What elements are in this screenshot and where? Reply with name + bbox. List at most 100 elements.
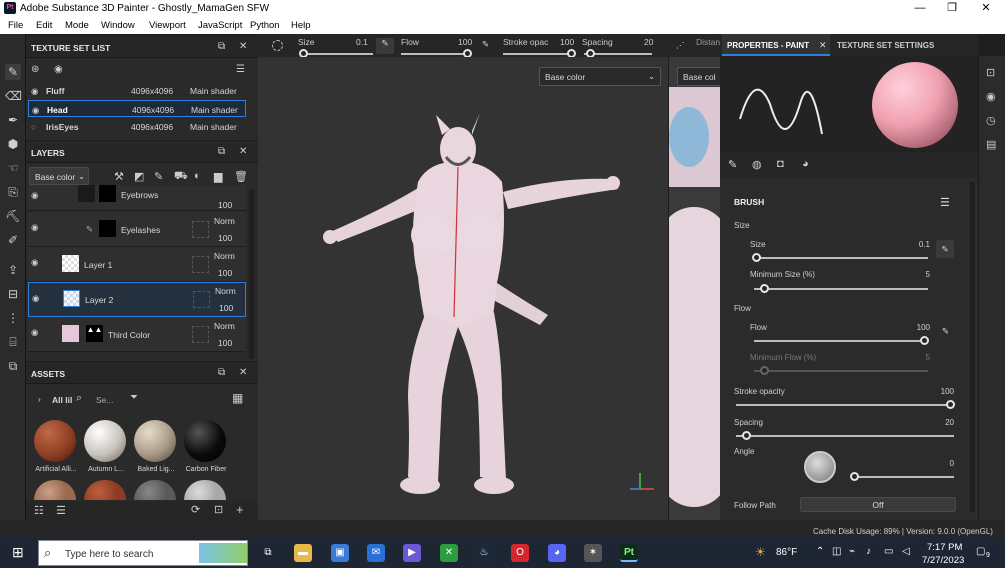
spacing-value[interactable]: 20 <box>914 418 954 427</box>
eye-icon[interactable]: ◉ <box>32 105 39 116</box>
opera-icon[interactable]: O <box>511 544 529 562</box>
layers-scrollbar[interactable] <box>249 189 254 359</box>
menu-python[interactable]: Python <box>250 20 280 31</box>
selection-icon[interactable]: ⛏ <box>5 208 21 224</box>
asset-thumbnail[interactable] <box>84 480 126 500</box>
layer-mask-slot[interactable] <box>193 291 210 308</box>
clone-icon[interactable]: ⎘ <box>5 184 21 200</box>
angle-value[interactable]: 0 <box>914 459 954 468</box>
search-icon[interactable]: ⌕ <box>76 392 82 405</box>
layer-opacity[interactable]: 100 <box>218 268 232 278</box>
asset-thumbnail[interactable] <box>84 420 126 462</box>
flow-pressure-icon[interactable]: ✎ <box>482 39 489 50</box>
eye-icon[interactable]: ◉ <box>31 327 38 338</box>
eraser-icon[interactable]: ⌫ <box>5 88 22 104</box>
display-settings-icon[interactable]: ◉ <box>986 90 996 103</box>
texture-set-row[interactable]: ◉ Fluff 4096x4096 Main shader <box>28 82 246 99</box>
delete-layer-icon[interactable]: 🗑 <box>234 170 248 183</box>
brush-shape-icon[interactable] <box>272 40 283 51</box>
add-smart-material-icon[interactable]: ◐ <box>194 170 201 182</box>
store-icon[interactable]: ▣ <box>331 544 349 562</box>
menu-edit[interactable]: Edit <box>36 20 52 31</box>
undock-icon[interactable]: ⧉ <box>218 146 225 157</box>
layer-mask-slot[interactable] <box>192 326 209 343</box>
close-panel-icon[interactable]: ✕ <box>239 367 247 378</box>
layer-opacity[interactable]: 100 <box>218 233 232 243</box>
layers-channel-dropdown[interactable]: Base color ⌄ <box>29 167 89 185</box>
windows-start-icon[interactable]: ⊞ <box>12 544 24 561</box>
import-icon[interactable]: ⊡ <box>214 503 223 516</box>
menu-viewport[interactable]: Viewport <box>149 20 186 31</box>
layer-row[interactable]: ◉ Eyebrows 100 <box>28 185 246 211</box>
clock-time[interactable]: 7:17 PM <box>927 542 962 553</box>
close-tab-icon[interactable]: ✕ <box>819 40 827 51</box>
projection-icon[interactable]: ✒ <box>5 112 21 128</box>
layer-blend-mode[interactable]: Norm <box>215 286 236 296</box>
eye-icon[interactable]: ◉ <box>31 257 38 268</box>
top-size-slider[interactable] <box>303 53 373 55</box>
top-stroke-slider[interactable] <box>503 53 573 55</box>
discord-icon[interactable]: ◕ <box>548 544 566 562</box>
add-folder-icon[interactable]: ▆ <box>214 170 222 183</box>
chevron-right-icon[interactable]: › <box>38 394 41 404</box>
notification-icon[interactable]: ▢ <box>976 546 985 557</box>
color-picker-icon[interactable]: ✐ <box>5 232 21 248</box>
flow-pressure-icon[interactable]: ✎ <box>942 326 949 337</box>
eye-icon[interactable]: ◉ <box>31 190 38 201</box>
min-size-value[interactable]: 5 <box>890 270 930 279</box>
close-button[interactable]: ✕ <box>970 0 1002 17</box>
flow-slider-knob[interactable] <box>920 336 929 345</box>
weather-temp[interactable]: 86°F <box>776 547 797 558</box>
taskbar-search-box[interactable]: ⌕ Type here to search <box>38 540 248 566</box>
uv-channel-dropdown[interactable]: Base col <box>677 67 720 86</box>
menu-window[interactable]: Window <box>101 20 135 31</box>
task-view-icon[interactable]: ⧉ <box>259 544 277 562</box>
material-tab-icon[interactable]: ◕ <box>802 158 809 170</box>
network-icon[interactable]: ⌁ <box>849 546 855 557</box>
layer-mask-slot[interactable] <box>192 221 209 238</box>
texture-set-row-selected[interactable]: ◉ Head 4096x4096 Main shader <box>28 100 246 117</box>
asset-thumbnail[interactable] <box>134 420 176 462</box>
log-icon[interactable]: ▤ <box>986 138 996 151</box>
geometry-fill-icon[interactable]: ⬢ <box>5 136 21 152</box>
eye-toggle-icon[interactable]: ◉ <box>54 64 63 75</box>
layer-blend-mode[interactable]: Norm <box>214 216 235 226</box>
size-value[interactable]: 0.1 <box>890 240 930 249</box>
min-size-slider-knob[interactable] <box>760 284 769 293</box>
add-effect-icon[interactable]: ⚒ <box>114 170 124 183</box>
mail-icon[interactable]: ✉ <box>367 544 385 562</box>
brush-tab-icon[interactable]: ✎ <box>728 158 737 171</box>
stroke-opacity-slider[interactable] <box>736 404 954 406</box>
visibility-group-icon[interactable]: ⊛ <box>31 64 39 75</box>
tab-texture-set-settings[interactable]: TEXTURE SET SETTINGS <box>837 41 934 50</box>
eye-hidden-icon[interactable]: ○ <box>31 122 36 132</box>
menu-icon[interactable]: ☰ <box>236 64 245 75</box>
add-mask-icon[interactable]: ◩ <box>134 170 144 183</box>
texture-set-row[interactable]: ○ IrisEyes 4096x4096 Main shader <box>28 118 246 135</box>
brush-menu-icon[interactable]: ☰ <box>940 196 950 209</box>
undock-icon[interactable]: ⧉ <box>218 367 225 378</box>
min-size-slider[interactable] <box>754 288 928 290</box>
list-view-icon[interactable]: ☰ <box>56 504 66 517</box>
clock-date[interactable]: 7/27/2023 <box>922 555 964 566</box>
texture-set-shader[interactable]: Main shader <box>190 86 237 96</box>
menu-javascript[interactable]: JavaScript <box>198 20 242 31</box>
steam-icon[interactable]: ♨ <box>475 544 493 562</box>
stroke-opacity-value[interactable]: 100 <box>914 387 954 396</box>
measure-icon[interactable]: ⊟ <box>5 286 21 302</box>
pen-pressure-icon[interactable]: ✎ <box>376 38 394 54</box>
layer-mask-slot[interactable] <box>192 256 209 273</box>
cube-icon[interactable]: ⧉ <box>5 358 21 374</box>
add-fill-layer-icon[interactable]: ⛟ <box>174 170 188 184</box>
file-explorer-icon[interactable]: ▬ <box>294 544 312 562</box>
texture-set-shader[interactable]: Main shader <box>190 122 237 132</box>
layer-row-selected[interactable]: ◉ Layer 2 Norm 100 <box>28 282 246 317</box>
substance-painter-icon[interactable]: Pt <box>620 544 638 562</box>
eye-icon[interactable]: ◉ <box>32 293 39 304</box>
layer-row[interactable]: ◉ Layer 1 Norm 100 <box>28 247 246 282</box>
microphone-icon[interactable]: ♪ <box>866 546 871 557</box>
top-flow-slider[interactable] <box>401 53 471 55</box>
chevron-up-icon[interactable]: ⌃ <box>816 546 824 557</box>
anchor-icon[interactable]: ⋮ <box>5 310 21 326</box>
texture-set-shader[interactable]: Main shader <box>191 105 238 115</box>
